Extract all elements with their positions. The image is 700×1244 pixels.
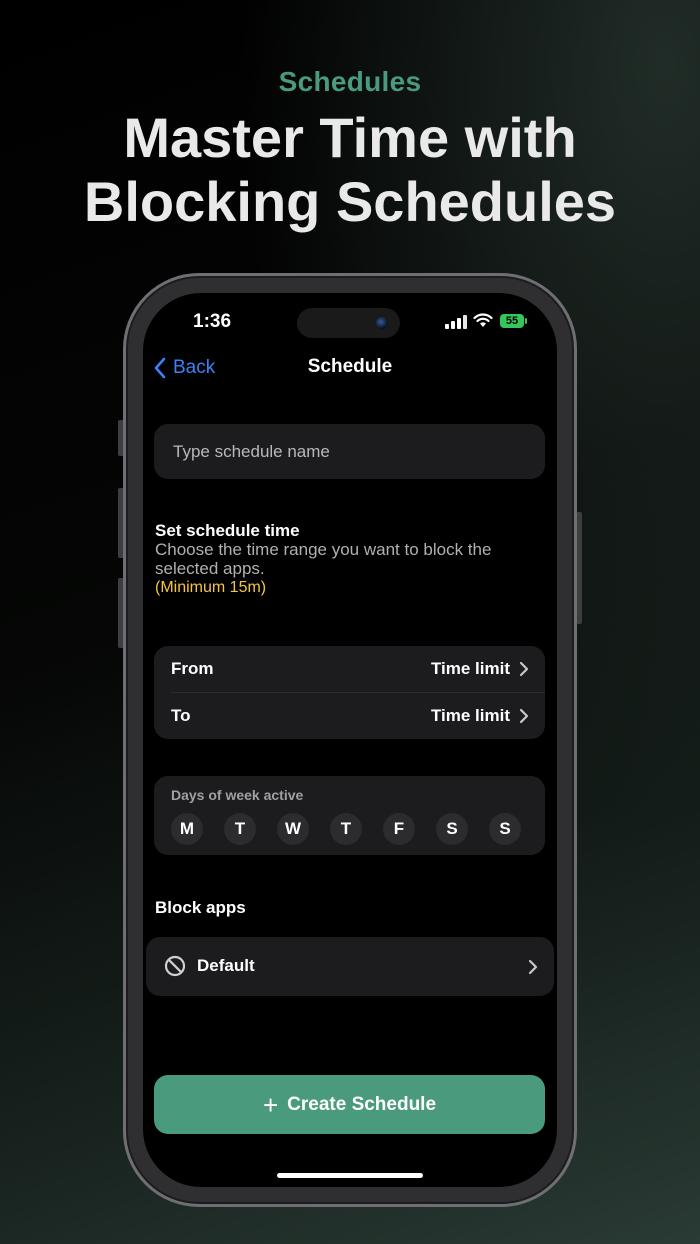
from-row[interactable]: From Time limit xyxy=(154,646,545,692)
day-toggle-tuesday[interactable]: T xyxy=(224,813,256,845)
create-schedule-label: Create Schedule xyxy=(287,1093,437,1115)
wifi-icon xyxy=(473,313,493,327)
promo-headline: Master Time with Blocking Schedules xyxy=(0,106,700,234)
home-indicator[interactable] xyxy=(277,1173,423,1178)
promo-kicker: Schedules xyxy=(278,66,422,97)
from-label: From xyxy=(171,659,214,678)
chevron-right-icon xyxy=(519,661,529,677)
block-apps-title: Block apps xyxy=(155,898,246,917)
phone-screen: 1:36 55 Back Schedule Set schedule time … xyxy=(143,293,557,1187)
day-toggle-monday[interactable]: M xyxy=(171,813,203,845)
schedule-name-input[interactable] xyxy=(171,440,535,463)
create-schedule-button[interactable]: + Create Schedule xyxy=(154,1075,545,1134)
day-toggle-friday[interactable]: F xyxy=(383,813,415,845)
day-toggle-wednesday[interactable]: W xyxy=(277,813,309,845)
headline-line-2: Blocking Schedules xyxy=(83,170,617,233)
camera-icon xyxy=(376,317,388,329)
battery-icon: 55 xyxy=(500,314,524,328)
chevron-right-icon xyxy=(519,708,529,724)
to-row[interactable]: To Time limit xyxy=(154,693,545,739)
days-of-week-card: Days of week active M T W T F S S xyxy=(154,776,545,855)
from-value: Time limit xyxy=(430,659,510,678)
schedule-time-title: Set schedule time xyxy=(155,521,300,540)
schedule-name-field[interactable] xyxy=(154,424,545,479)
time-range-card: From Time limit To Time limit xyxy=(154,646,545,739)
to-label: To xyxy=(171,706,191,725)
chevron-right-icon xyxy=(528,959,538,975)
battery-tip xyxy=(525,318,527,324)
status-time: 1:36 xyxy=(193,311,232,332)
page-title: Schedule xyxy=(307,356,393,377)
plus-icon: + xyxy=(262,1089,279,1120)
headline-line-1: Master Time with xyxy=(123,106,577,169)
block-apps-row[interactable]: Default xyxy=(146,937,554,996)
cellular-signal-icon xyxy=(445,315,467,329)
day-toggle-saturday[interactable]: S xyxy=(436,813,468,845)
minimum-duration-note: (Minimum 15m) xyxy=(155,579,267,596)
block-icon xyxy=(164,955,186,977)
schedule-time-description: Choose the time range you want to block … xyxy=(155,540,492,578)
block-apps-selection: Default xyxy=(197,956,255,975)
dynamic-island xyxy=(297,308,400,338)
day-toggle-sunday[interactable]: S xyxy=(489,813,521,845)
to-value: Time limit xyxy=(430,706,510,725)
days-label: Days of week active xyxy=(171,787,304,803)
day-toggle-thursday[interactable]: T xyxy=(330,813,362,845)
